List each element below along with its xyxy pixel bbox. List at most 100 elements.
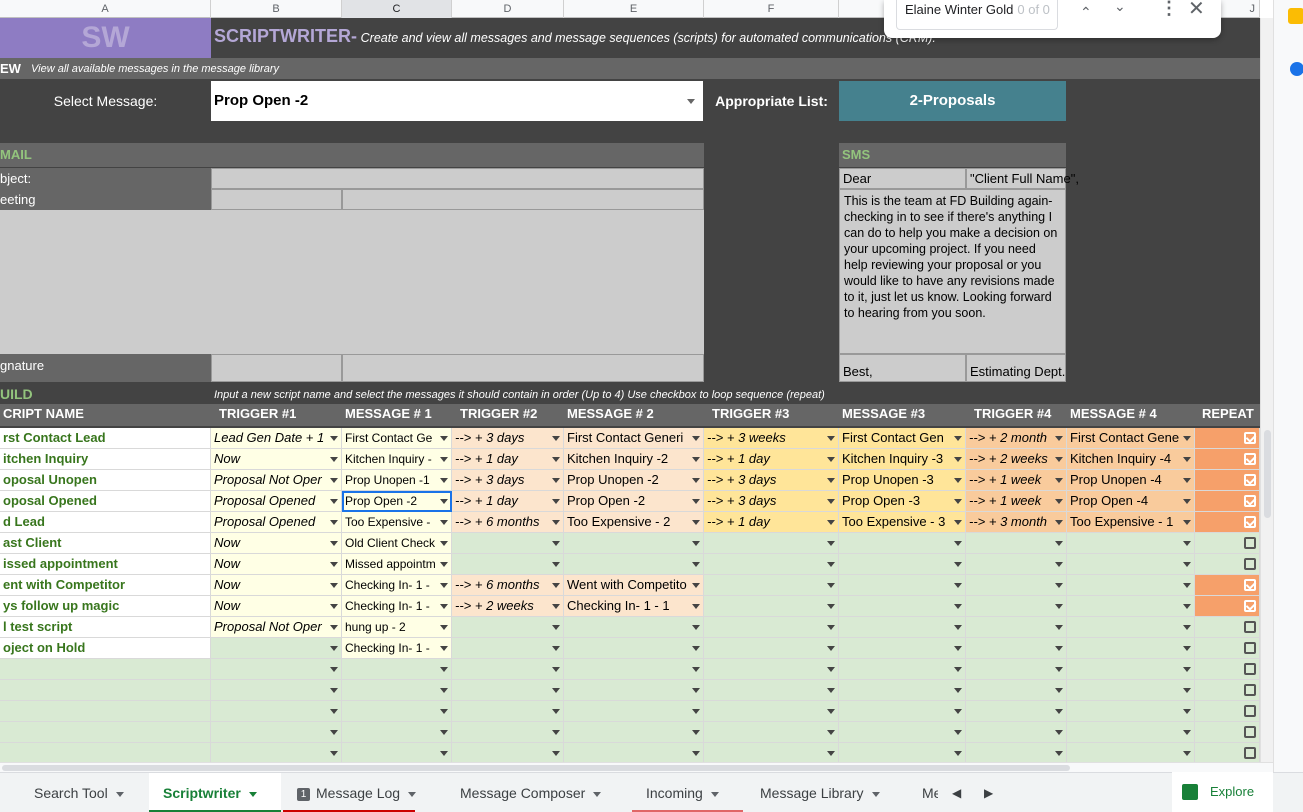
trigger-cell[interactable] — [211, 743, 342, 762]
sms-closing[interactable]: Best, — [839, 354, 966, 382]
trigger-cell[interactable] — [966, 533, 1067, 554]
dropdown-arrow-icon[interactable] — [330, 646, 338, 651]
dropdown-arrow-icon[interactable] — [1183, 625, 1191, 630]
message-cell[interactable] — [342, 680, 452, 701]
trigger-cell[interactable]: Now — [211, 533, 342, 554]
dropdown-arrow-icon[interactable] — [692, 499, 700, 504]
trigger-cell[interactable] — [704, 743, 839, 762]
dropdown-arrow-icon[interactable] — [1183, 541, 1191, 546]
dropdown-arrow-icon[interactable] — [954, 499, 962, 504]
tab-search-tool[interactable]: Search Tool — [20, 773, 124, 812]
dropdown-arrow-icon[interactable] — [1183, 562, 1191, 567]
message-cell[interactable] — [1067, 533, 1195, 554]
find-next-icon[interactable]: ⌄ — [1114, 0, 1126, 15]
trigger-cell[interactable] — [966, 659, 1067, 680]
dropdown-arrow-icon[interactable] — [1055, 709, 1063, 714]
message-cell[interactable]: hung up - 2 — [342, 617, 452, 638]
trigger-cell[interactable] — [704, 617, 839, 638]
dropdown-arrow-icon[interactable] — [1183, 604, 1191, 609]
repeat-checkbox[interactable] — [1244, 579, 1256, 591]
dropdown-arrow-icon[interactable] — [827, 436, 835, 441]
dropdown-arrow-icon[interactable] — [954, 604, 962, 609]
dropdown-arrow-icon[interactable] — [330, 604, 338, 609]
dropdown-arrow-icon[interactable] — [1055, 751, 1063, 756]
trigger-cell[interactable] — [704, 596, 839, 617]
dropdown-arrow-icon[interactable] — [552, 625, 560, 630]
message-cell[interactable] — [1067, 596, 1195, 617]
column-header-e[interactable]: E — [564, 0, 704, 18]
dropdown-arrow-icon[interactable] — [440, 646, 448, 651]
message-cell[interactable]: Checking In- 1 - — [342, 575, 452, 596]
dropdown-arrow-icon[interactable] — [440, 457, 448, 462]
dropdown-arrow-icon[interactable] — [954, 436, 962, 441]
dropdown-arrow-icon[interactable] — [1055, 604, 1063, 609]
dropdown-arrow-icon[interactable] — [552, 709, 560, 714]
dropdown-arrow-icon[interactable] — [1183, 583, 1191, 588]
message-cell[interactable] — [564, 659, 704, 680]
dropdown-arrow-icon[interactable] — [330, 457, 338, 462]
vertical-scrollbar[interactable] — [1260, 18, 1273, 762]
message-cell[interactable]: Kitchen Inquiry -3 — [839, 449, 966, 470]
dropdown-arrow-icon[interactable] — [440, 688, 448, 693]
dropdown-arrow-icon[interactable] — [440, 625, 448, 630]
sms-dear[interactable]: Dear — [839, 168, 966, 189]
dropdown-arrow-icon[interactable] — [954, 562, 962, 567]
dropdown-arrow-icon[interactable] — [552, 667, 560, 672]
dropdown-arrow-icon[interactable] — [552, 730, 560, 735]
dropdown-arrow-icon[interactable] — [440, 541, 448, 546]
horizontal-scroll-thumb[interactable] — [2, 765, 1070, 771]
script-name-cell[interactable]: ast Client — [0, 533, 211, 554]
trigger-cell[interactable] — [704, 533, 839, 554]
dropdown-arrow-icon[interactable] — [440, 436, 448, 441]
trigger-cell[interactable]: --> + 3 days — [452, 470, 564, 491]
trigger-cell[interactable]: Proposal Not Oper — [211, 617, 342, 638]
message-cell[interactable] — [564, 743, 704, 762]
message-cell[interactable] — [839, 554, 966, 575]
trigger-cell[interactable]: Proposal Opened — [211, 491, 342, 512]
trigger-cell[interactable] — [966, 554, 1067, 575]
repeat-checkbox[interactable] — [1244, 621, 1256, 633]
script-name-cell[interactable]: rst Contact Lead — [0, 428, 211, 449]
message-cell[interactable] — [1067, 680, 1195, 701]
message-cell[interactable] — [564, 533, 704, 554]
dropdown-arrow-icon[interactable] — [1055, 520, 1063, 525]
trigger-cell[interactable] — [452, 680, 564, 701]
message-cell[interactable]: Checking In- 1 - 1 — [564, 596, 704, 617]
trigger-cell[interactable] — [452, 554, 564, 575]
trigger-cell[interactable] — [966, 722, 1067, 743]
dropdown-arrow-icon[interactable] — [692, 688, 700, 693]
dropdown-arrow-icon[interactable] — [827, 688, 835, 693]
dropdown-arrow-icon[interactable] — [330, 478, 338, 483]
sms-sender[interactable]: Estimating Dept. — [966, 354, 1066, 382]
trigger-cell[interactable]: --> + 2 weeks — [452, 596, 564, 617]
column-header-b[interactable]: B — [211, 0, 342, 18]
dropdown-arrow-icon[interactable] — [827, 646, 835, 651]
dropdown-arrow-icon[interactable] — [552, 499, 560, 504]
message-cell[interactable] — [1067, 701, 1195, 722]
trigger-cell[interactable] — [452, 638, 564, 659]
trigger-cell[interactable] — [211, 659, 342, 680]
repeat-checkbox[interactable] — [1244, 516, 1256, 528]
repeat-checkbox[interactable] — [1244, 495, 1256, 507]
message-cell[interactable]: Prop Unopen -4 — [1067, 470, 1195, 491]
dropdown-arrow-icon[interactable] — [552, 541, 560, 546]
message-cell[interactable] — [342, 722, 452, 743]
trigger-cell[interactable]: Lead Gen Date + 1 — [211, 428, 342, 449]
repeat-checkbox[interactable] — [1244, 642, 1256, 654]
dropdown-arrow-icon[interactable] — [954, 478, 962, 483]
email-header[interactable]: MAIL — [0, 143, 704, 167]
dropdown-arrow-icon[interactable] — [827, 604, 835, 609]
dropdown-arrow-icon[interactable] — [552, 646, 560, 651]
trigger-cell[interactable]: --> + 1 day — [704, 512, 839, 533]
message-cell[interactable] — [1067, 638, 1195, 659]
trigger-cell[interactable]: --> + 1 week — [966, 491, 1067, 512]
dropdown-arrow-icon[interactable] — [1183, 520, 1191, 525]
dropdown-arrow-icon[interactable] — [330, 688, 338, 693]
dropdown-arrow-icon[interactable] — [692, 730, 700, 735]
trigger-cell[interactable] — [704, 680, 839, 701]
dropdown-arrow-icon[interactable] — [440, 499, 448, 504]
column-header-f[interactable]: F — [704, 0, 839, 18]
message-cell[interactable] — [342, 743, 452, 762]
trigger-cell[interactable] — [211, 701, 342, 722]
script-name-cell[interactable] — [0, 701, 211, 722]
